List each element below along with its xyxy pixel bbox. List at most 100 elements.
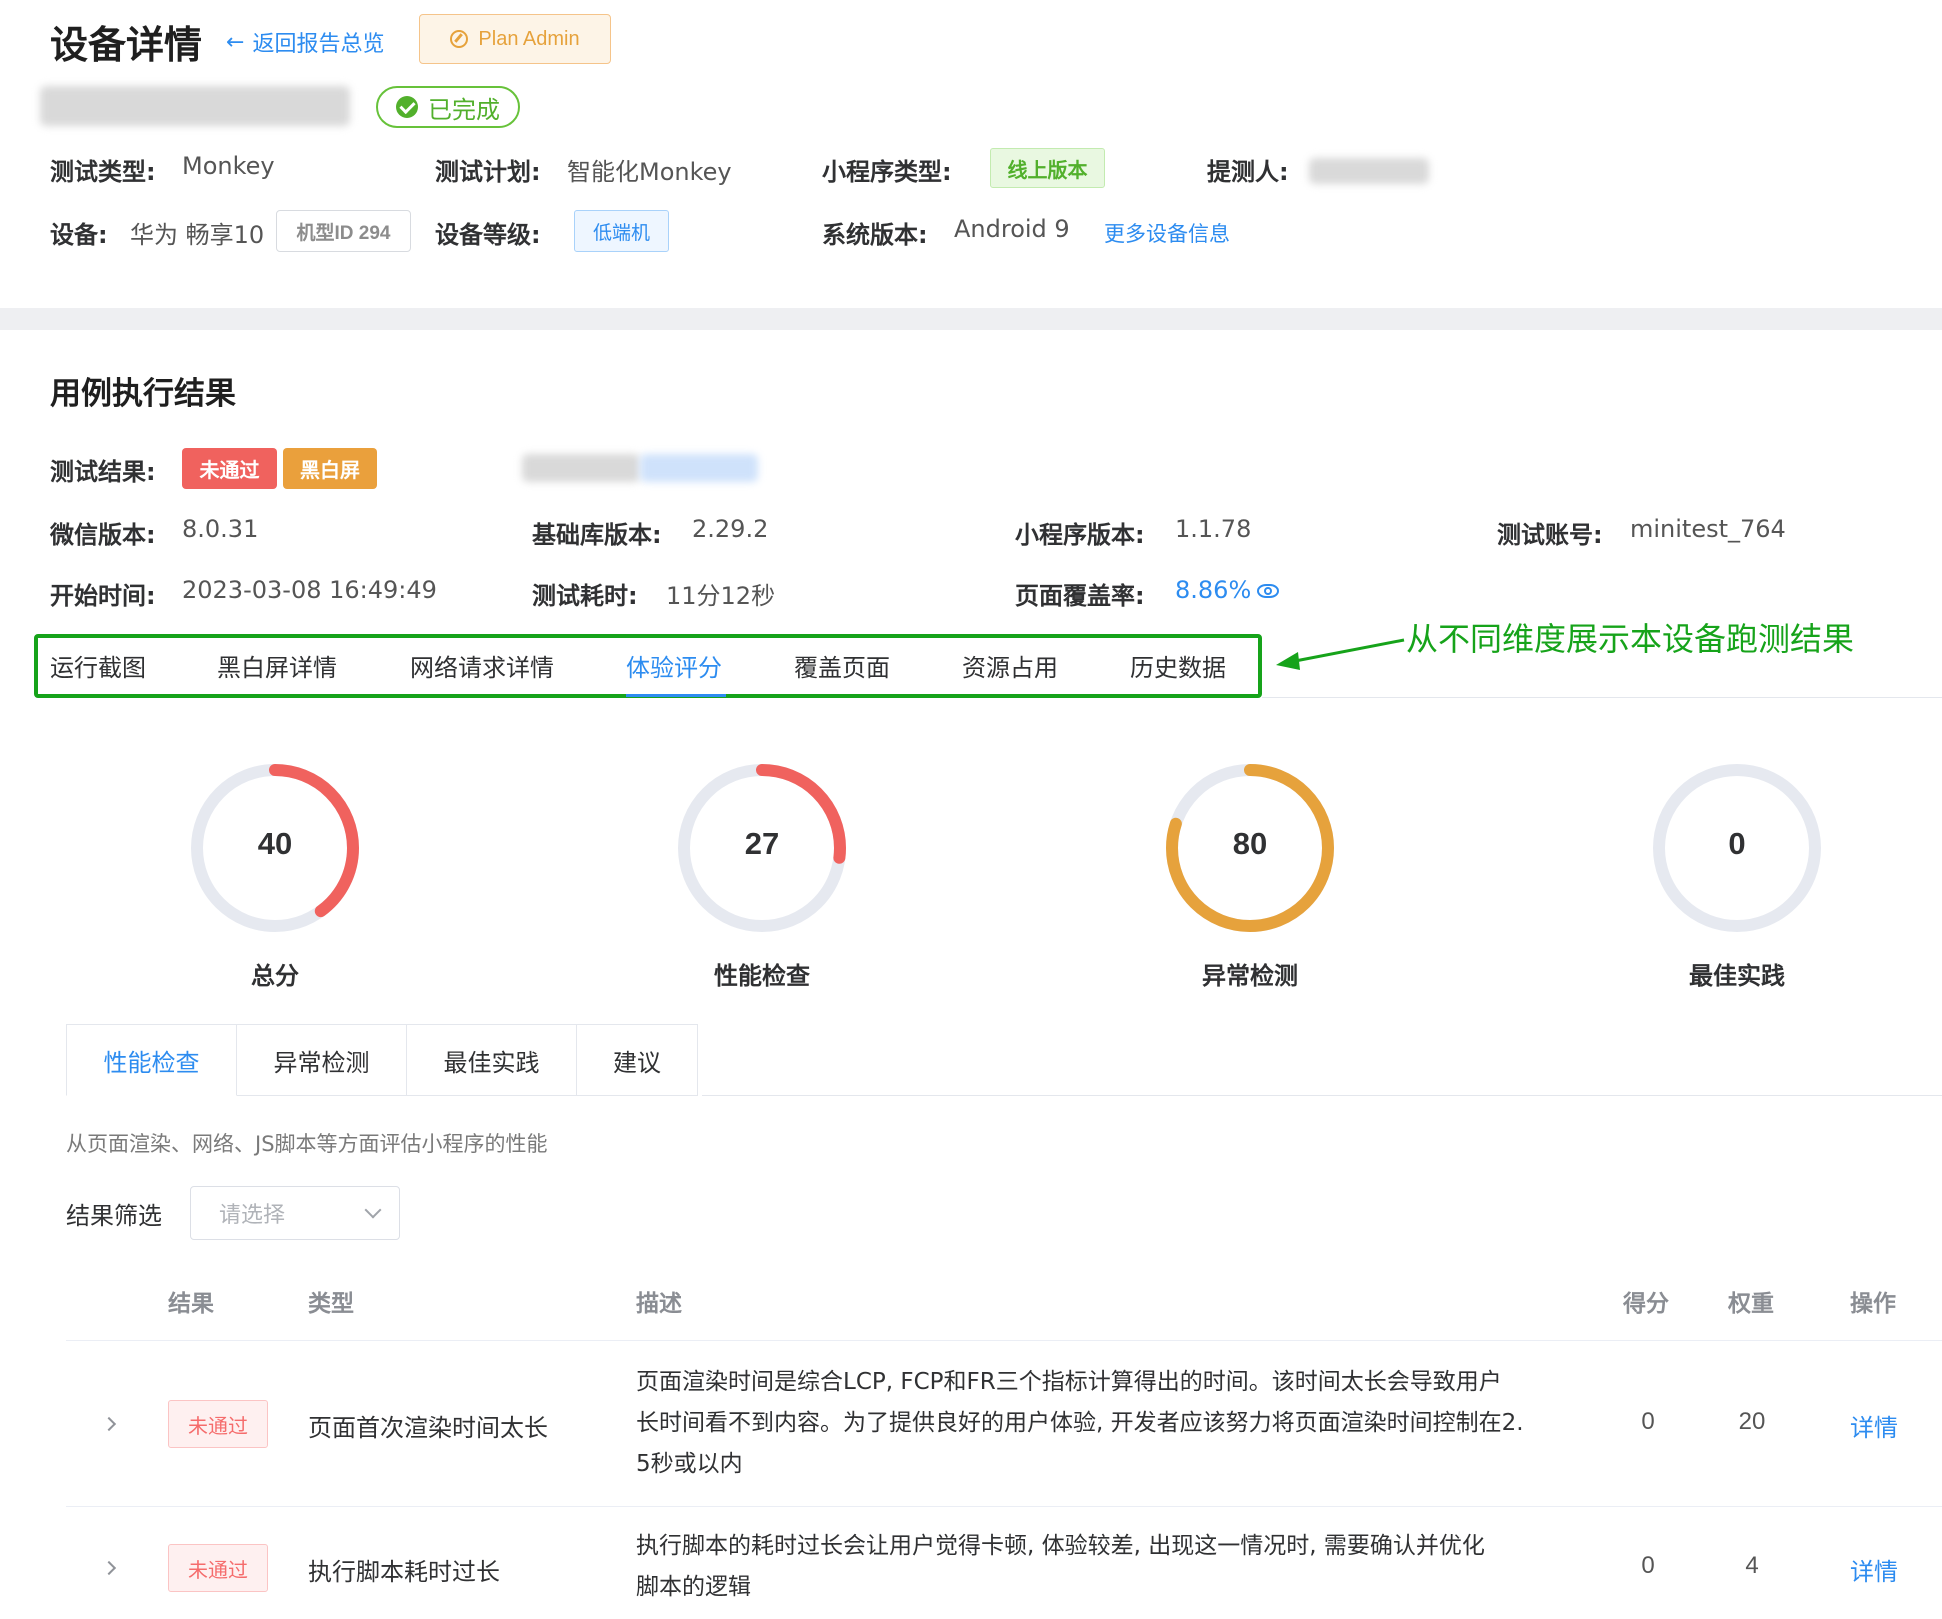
tab-blackwhite-details[interactable]: 黑白屏详情 <box>217 648 337 683</box>
coverage-link[interactable]: 8.86% <box>1175 576 1280 604</box>
score-value: 80 <box>1232 826 1268 861</box>
result-blackwhite-badge: 黑白屏 <box>283 448 377 489</box>
row-detail-link[interactable]: 详情 <box>1850 1408 1898 1443</box>
row-desc-line: 5秒或以内 <box>636 1451 743 1477</box>
score-label: 性能检查 <box>714 962 810 990</box>
check-circle-icon <box>396 96 418 118</box>
col-header-score: 得分 <box>1623 1291 1669 1317</box>
tab-history-data[interactable]: 历史数据 <box>1130 648 1226 683</box>
subtab-description: 从页面渲染、网络、JS脚本等方面评估小程序的性能 <box>66 1132 548 1156</box>
wechat-version-value: 8.0.31 <box>182 515 259 543</box>
row-weight: 4 <box>1745 1552 1759 1579</box>
redacted-info <box>522 454 640 482</box>
plan-admin-label: Plan Admin <box>478 27 580 50</box>
model-id-tag: 机型ID 294 <box>276 210 411 252</box>
mp-version-label: 小程序版本: <box>1015 521 1145 549</box>
test-account-label: 测试账号: <box>1497 521 1603 549</box>
col-header-type: 类型 <box>308 1291 354 1317</box>
eye-icon <box>1257 584 1280 598</box>
table-header-divider <box>66 1340 1942 1341</box>
col-header-result: 结果 <box>168 1291 214 1317</box>
row-desc-line: 脚本的逻辑 <box>636 1574 751 1600</box>
submitter-label: 提测人: <box>1207 158 1289 186</box>
section-title: 用例执行结果 <box>50 376 236 412</box>
tab-resource-usage[interactable]: 资源占用 <box>962 648 1058 683</box>
start-time-label: 开始时间: <box>50 582 156 610</box>
subtab-suggestion[interactable]: 建议 <box>577 1024 698 1096</box>
row-description: 执行脚本的耗时过长会让用户觉得卡顿, 体验较差, 出现这一情况时, 需要确认并优… <box>636 1526 1596 1608</box>
active-tab-indicator <box>626 694 726 697</box>
tab-covered-pages[interactable]: 覆盖页面 <box>794 648 890 683</box>
back-to-report-link[interactable]: ← 返回报告总览 <box>226 26 384 58</box>
more-device-info-link[interactable]: 更多设备信息 <box>1104 218 1230 248</box>
row-type: 执行脚本耗时过长 <box>308 1558 500 1586</box>
test-plan-label: 测试计划: <box>435 158 541 186</box>
start-time-value: 2023-03-08 16:49:49 <box>182 576 437 604</box>
row-score: 0 <box>1641 1552 1655 1579</box>
row-score: 0 <box>1641 1408 1655 1435</box>
edit-circle-icon <box>450 30 469 48</box>
row-weight: 20 <box>1738 1408 1766 1435</box>
score-value: 27 <box>744 826 780 861</box>
chevron-down-icon <box>364 1201 382 1219</box>
filter-placeholder: 请选择 <box>219 1203 286 1228</box>
os-label: 系统版本: <box>822 221 928 249</box>
mp-type-label: 小程序类型: <box>822 158 952 186</box>
subtab-performance[interactable]: 性能检查 <box>66 1024 237 1096</box>
result-fail-badge: 未通过 <box>182 448 277 489</box>
result-filter-select[interactable]: 请选择 <box>190 1186 400 1240</box>
test-plan-value: 智能化Monkey <box>567 158 732 186</box>
tab-run-screenshots[interactable]: 运行截图 <box>50 648 146 683</box>
row-desc-line: 页面渲染时间是综合LCP, FCP和FR三个指标计算得出的时间。该时间太长会导致… <box>636 1369 1502 1395</box>
expand-row-icon[interactable] <box>101 1560 117 1576</box>
score-label: 异常检测 <box>1202 962 1298 990</box>
device-level-label: 设备等级: <box>435 221 541 249</box>
test-type-label: 测试类型: <box>50 158 156 186</box>
redacted-info <box>640 454 758 482</box>
subtab-exception[interactable]: 异常检测 <box>237 1024 407 1096</box>
subtabs-divider <box>702 1095 1942 1096</box>
score-label: 总分 <box>251 962 299 990</box>
score-value: 0 <box>1728 826 1746 861</box>
row-desc-line: 执行脚本的耗时过长会让用户觉得卡顿, 体验较差, 出现这一情况时, 需要确认并优… <box>636 1533 1485 1559</box>
status-label: 已完成 <box>428 95 500 124</box>
baselib-version-value: 2.29.2 <box>692 515 769 543</box>
redacted-submitter <box>1309 158 1429 184</box>
page-title: 设备详情 <box>50 23 203 67</box>
tabs-divider <box>1262 697 1942 698</box>
score-subtabs: 性能检查 异常检测 最佳实践 建议 <box>66 1024 698 1096</box>
test-account-value: minitest_764 <box>1630 515 1786 543</box>
plan-admin-button[interactable]: Plan Admin <box>419 14 611 64</box>
annotation-text: 从不同维度展示本设备跑测结果 <box>1406 620 1855 658</box>
section-divider <box>0 308 1942 330</box>
score-value: 40 <box>257 826 293 861</box>
row-result-tag: 未通过 <box>168 1544 268 1592</box>
expand-row-icon[interactable] <box>101 1416 117 1432</box>
test-type-value: Monkey <box>182 152 275 180</box>
tab-network-details[interactable]: 网络请求详情 <box>410 648 554 683</box>
table-row-divider <box>66 1506 1942 1507</box>
status-badge: 已完成 <box>376 86 520 128</box>
subtab-best-practice[interactable]: 最佳实践 <box>407 1024 577 1096</box>
device-level-tag: 低端机 <box>574 210 669 252</box>
score-label: 最佳实践 <box>1689 962 1785 990</box>
duration-value: 11分12秒 <box>666 582 776 610</box>
mp-version-value: 1.1.78 <box>1175 515 1252 543</box>
col-header-weight: 权重 <box>1728 1291 1774 1317</box>
redacted-device-name <box>40 86 350 126</box>
os-value: Android 9 <box>954 215 1070 243</box>
device-label: 设备: <box>50 221 108 249</box>
annotation-arrow-icon <box>1276 638 1405 670</box>
device-value: 华为 畅享10 <box>130 221 265 249</box>
tab-experience-score[interactable]: 体验评分 <box>626 648 722 683</box>
wechat-version-label: 微信版本: <box>50 521 156 549</box>
coverage-value: 8.86% <box>1175 576 1252 604</box>
coverage-label: 页面覆盖率: <box>1015 582 1145 610</box>
arrow-left-icon: ← <box>226 29 245 55</box>
row-detail-link[interactable]: 详情 <box>1850 1552 1898 1587</box>
row-desc-line: 长时间看不到内容。为了提供良好的用户体验, 开发者应该努力将页面渲染时间控制在2… <box>636 1410 1524 1436</box>
row-description: 页面渲染时间是综合LCP, FCP和FR三个指标计算得出的时间。该时间太长会导致… <box>636 1362 1596 1485</box>
col-header-action: 操作 <box>1850 1291 1896 1317</box>
mp-type-tag: 线上版本 <box>990 148 1105 188</box>
row-result-tag: 未通过 <box>168 1400 268 1448</box>
